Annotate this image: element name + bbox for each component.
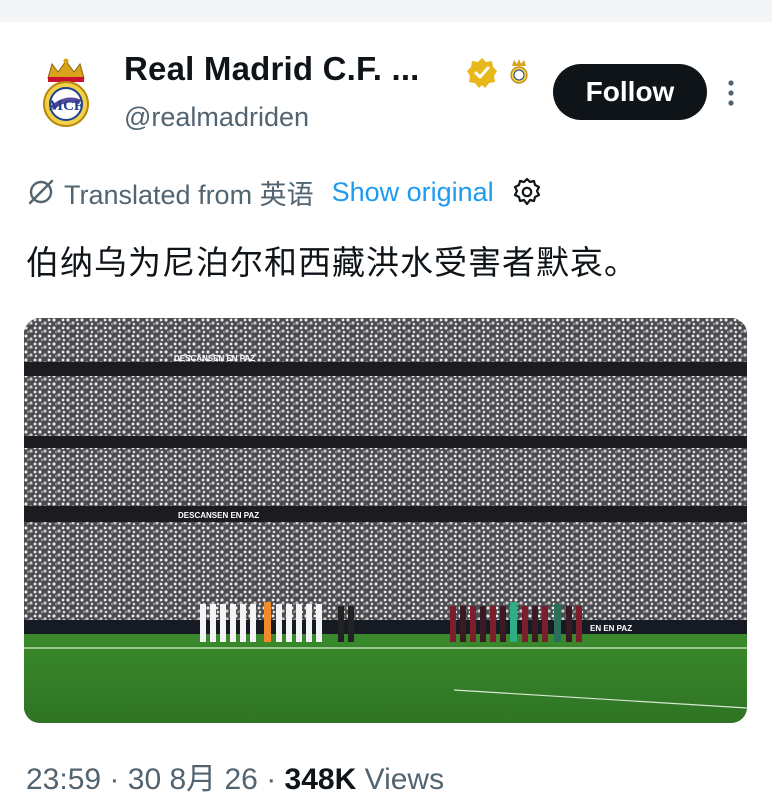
tweet-text: 伯纳乌为尼泊尔和西藏洪水受害者默哀。 [26,244,638,281]
stadium-photo[interactable]: DESCANSEN EN PAZ DESCANSEN EN PAZ EN EN … [24,318,747,723]
banner-upper-text: DESCANSEN EN PAZ [174,354,255,363]
verified-badge-icon[interactable] [466,57,498,89]
separator: · [109,763,120,796]
translated-from-label: Translated from 英语 [64,179,314,210]
board-text: EN EN PAZ [590,624,632,633]
top-bar [0,0,772,22]
translate-icon [28,179,54,205]
separator: · [266,763,277,796]
more-options-icon[interactable] [722,78,740,108]
real-madrid-crest-avatar[interactable]: MCF [38,58,94,128]
views-label: Views [364,763,445,796]
svg-text:MCF: MCF [49,98,83,114]
post-metadata: 23:59 · 30 8月 26 · 348K Views [26,754,444,798]
account-handle[interactable]: @realmadriden [124,102,309,133]
post-date[interactable]: 30 8月 26 [128,763,258,796]
display-name[interactable]: Real Madrid C.F. ... [124,50,420,88]
banner-lower-text: DESCANSEN EN PAZ [178,511,259,520]
show-original-link[interactable]: Show original [332,177,494,208]
views-count: 348K [284,763,357,796]
crown-icon [47,58,85,82]
affiliate-crest-icon[interactable] [508,58,530,84]
post-time[interactable]: 23:59 [26,763,101,796]
translation-bar: Translated from 英语 Show original [26,172,542,212]
follow-button[interactable]: Follow [553,64,707,120]
gear-icon[interactable] [512,177,542,207]
